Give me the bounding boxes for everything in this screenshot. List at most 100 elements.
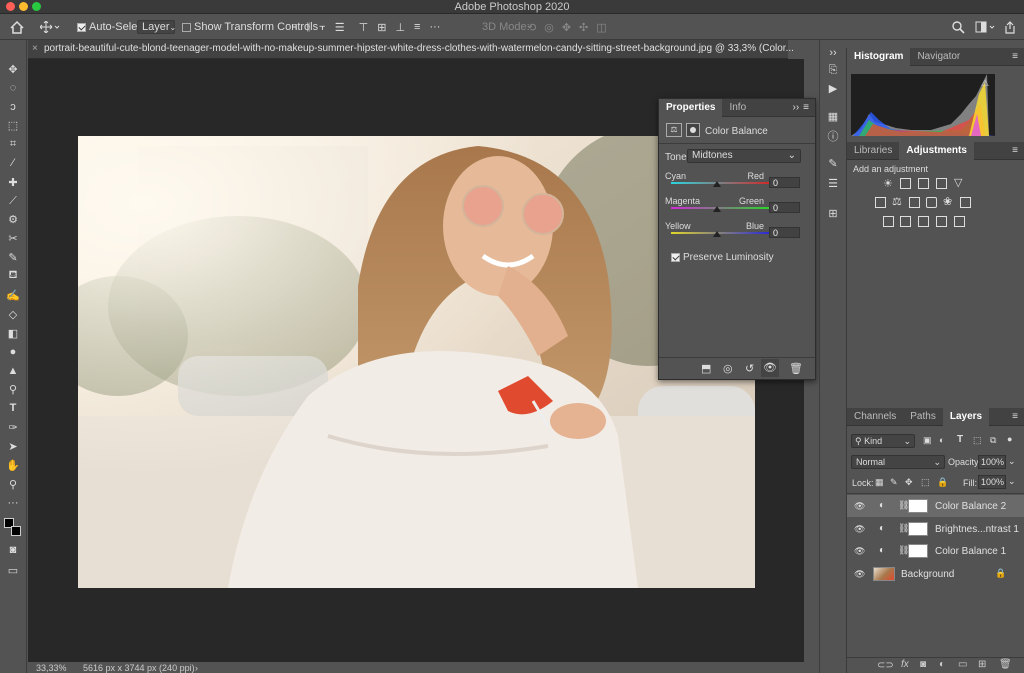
actions-play-icon[interactable]: ▶ (824, 80, 842, 96)
document-info[interactable]: 5616 px x 3744 px (240 ppi) (83, 663, 195, 673)
fill-chevron-icon[interactable]: ⌄ (1008, 476, 1016, 487)
3d-orbit-icon[interactable]: ⟲ (527, 21, 536, 34)
delete-adjustment-icon[interactable]: 🗑 (789, 362, 803, 375)
hand-tool-icon[interactable]: ✋ (4, 457, 22, 473)
dodge-tool-icon[interactable]: ▲ (4, 363, 22, 379)
layer-row[interactable]: 👁 ◐ ⛓ Brightnes...ntrast 1 (847, 518, 1024, 540)
history-icon[interactable]: ⎘ (824, 62, 842, 78)
lasso-tool-icon[interactable]: ↄ (4, 99, 22, 115)
art-history-brush-icon[interactable]: ✍ (4, 287, 22, 303)
threshold-icon[interactable] (918, 216, 929, 227)
channel-mixer-icon[interactable]: ❀ (943, 195, 952, 208)
slider-thumb[interactable] (713, 181, 721, 187)
elliptical-marquee-icon[interactable]: ◌ (4, 80, 22, 96)
properties-icon[interactable]: ▦ (824, 108, 842, 124)
layer-mask-thumbnail[interactable] (908, 544, 928, 558)
3d-slide-icon[interactable]: ✣ (579, 21, 588, 34)
opacity-chevron-icon[interactable]: ⌄ (1008, 456, 1016, 467)
gradient-tool-icon[interactable]: ◧ (4, 325, 22, 341)
align-left-icon[interactable]: ⫞ (292, 21, 298, 34)
visibility-eye-icon[interactable]: 👁 (854, 569, 865, 579)
crop-tool-icon[interactable]: ⌗ (4, 136, 22, 152)
filter-adjustment-icon[interactable]: ◐ (939, 435, 944, 445)
zoom-level[interactable]: 33,33% (36, 663, 67, 673)
new-layer-icon[interactable]: ⊞ (978, 659, 986, 670)
filter-type-icon[interactable]: T (957, 434, 963, 445)
tab-layers[interactable]: Layers (942, 407, 990, 426)
color-swatches[interactable] (4, 518, 24, 538)
search-icon[interactable] (952, 19, 965, 35)
preserve-luminosity-checkbox[interactable]: Preserve Luminosity (671, 252, 774, 263)
panel-menu-icon[interactable]: ≡ (803, 102, 809, 113)
color-balance-adj-icon[interactable]: ⚖ (892, 195, 902, 208)
move-tool-icon[interactable]: ✥ (4, 61, 22, 77)
auto-select-target-dropdown[interactable]: Layer ⌄ (137, 19, 176, 35)
layer-row[interactable]: 👁 ◐ ⛓ Color Balance 1 (847, 540, 1024, 562)
brush-settings-icon[interactable]: ☰ (824, 175, 842, 191)
distribute-icon[interactable]: ☰ (335, 21, 345, 34)
fill-field[interactable]: 100% (978, 475, 1006, 489)
selective-color-icon[interactable] (936, 216, 947, 227)
align-bottom-icon[interactable]: ⊥ (395, 21, 405, 34)
slider-value-field[interactable]: 0 (769, 202, 800, 213)
align-vertical-center-icon[interactable]: ⊞ (377, 21, 386, 34)
tab-info[interactable]: Info (722, 99, 753, 117)
tab-properties[interactable]: Properties (659, 98, 723, 117)
move-tool-preset-icon[interactable] (40, 19, 60, 35)
visibility-eye-icon[interactable]: 👁 (854, 546, 865, 556)
paint-brush-icon[interactable]: ✎ (4, 249, 22, 265)
blend-mode-dropdown[interactable]: Normal ⌄ (851, 455, 945, 469)
layers-menu-icon[interactable]: ≡ (1012, 411, 1018, 422)
exposure-icon[interactable] (936, 178, 947, 189)
slider-value-field[interactable]: 0 (769, 227, 800, 238)
lock-pixels-icon[interactable]: ✎ (890, 477, 898, 488)
layer-style-icon[interactable]: fx (901, 659, 909, 670)
stamp-icon[interactable]: ⛾ (4, 268, 22, 284)
eyedropper-icon[interactable]: ⁄ (4, 155, 22, 171)
opacity-field[interactable]: 100% (978, 455, 1006, 469)
align-top-icon[interactable]: ⊤ (359, 21, 369, 34)
tab-channels[interactable]: Channels (847, 408, 903, 426)
vibrance-icon[interactable]: ▽ (954, 176, 962, 189)
slider-thumb[interactable] (713, 231, 721, 237)
type-tool-icon[interactable]: T (4, 400, 22, 416)
pen-tool-icon[interactable]: ⚲ (4, 381, 22, 397)
view-previous-state-icon[interactable]: ◎ (723, 362, 733, 375)
warning-icon[interactable]: ⚠ (981, 78, 989, 89)
info-icon[interactable]: ⓘ (824, 128, 842, 144)
layer-name[interactable]: Color Balance 2 (935, 501, 1006, 512)
layer-row[interactable]: 👁 Background 🔒 (847, 563, 1024, 585)
edit-toolbar-icon[interactable]: ··· (4, 495, 22, 511)
clip-to-layer-icon[interactable]: ⬒ (701, 362, 711, 375)
tab-navigator[interactable]: Navigator (910, 48, 967, 66)
document-image[interactable] (78, 136, 755, 588)
filter-pixel-icon[interactable]: ▣ (923, 435, 932, 446)
status-menu-icon[interactable]: › (195, 663, 198, 673)
collapse-panel-icon[interactable]: ›› (792, 102, 799, 113)
reset-icon[interactable]: ↺ (745, 362, 754, 375)
new-adjustment-layer-icon[interactable]: ◐ (939, 659, 945, 670)
clone-source-icon[interactable]: ⊞ (824, 205, 842, 221)
levels-icon[interactable] (900, 178, 911, 189)
filter-toggle-icon[interactable]: ● (1007, 434, 1012, 444)
gradient-map-icon[interactable] (954, 216, 965, 227)
toggle-visibility-icon[interactable]: 👁 (761, 359, 779, 377)
collapse-strip-icon[interactable]: ›› (824, 45, 842, 61)
tab-paths[interactable]: Paths (903, 408, 943, 426)
quick-mask-icon[interactable]: ◙ (4, 542, 22, 558)
share-icon[interactable] (1004, 19, 1016, 35)
layer-mask-thumbnail[interactable] (908, 521, 928, 536)
tab-libraries[interactable]: Libraries (847, 142, 899, 160)
history-brush-icon[interactable]: ✂ (4, 230, 22, 246)
layer-name[interactable]: Color Balance 1 (935, 546, 1006, 557)
adjustments-menu-icon[interactable]: ≡ (1012, 145, 1018, 156)
curves-icon[interactable] (918, 178, 929, 189)
more-options-icon[interactable]: ··· (429, 21, 440, 33)
link-layers-icon[interactable]: ⊂⊃ (877, 660, 894, 671)
posterize-icon[interactable] (900, 216, 911, 227)
lock-artboard-icon[interactable]: ⬚ (921, 477, 930, 488)
black-white-icon[interactable] (909, 197, 920, 208)
3d-pan-icon[interactable]: ✥ (562, 21, 571, 34)
object-selection-icon[interactable]: ⬚ (4, 117, 22, 133)
tab-histogram[interactable]: Histogram (847, 47, 911, 66)
